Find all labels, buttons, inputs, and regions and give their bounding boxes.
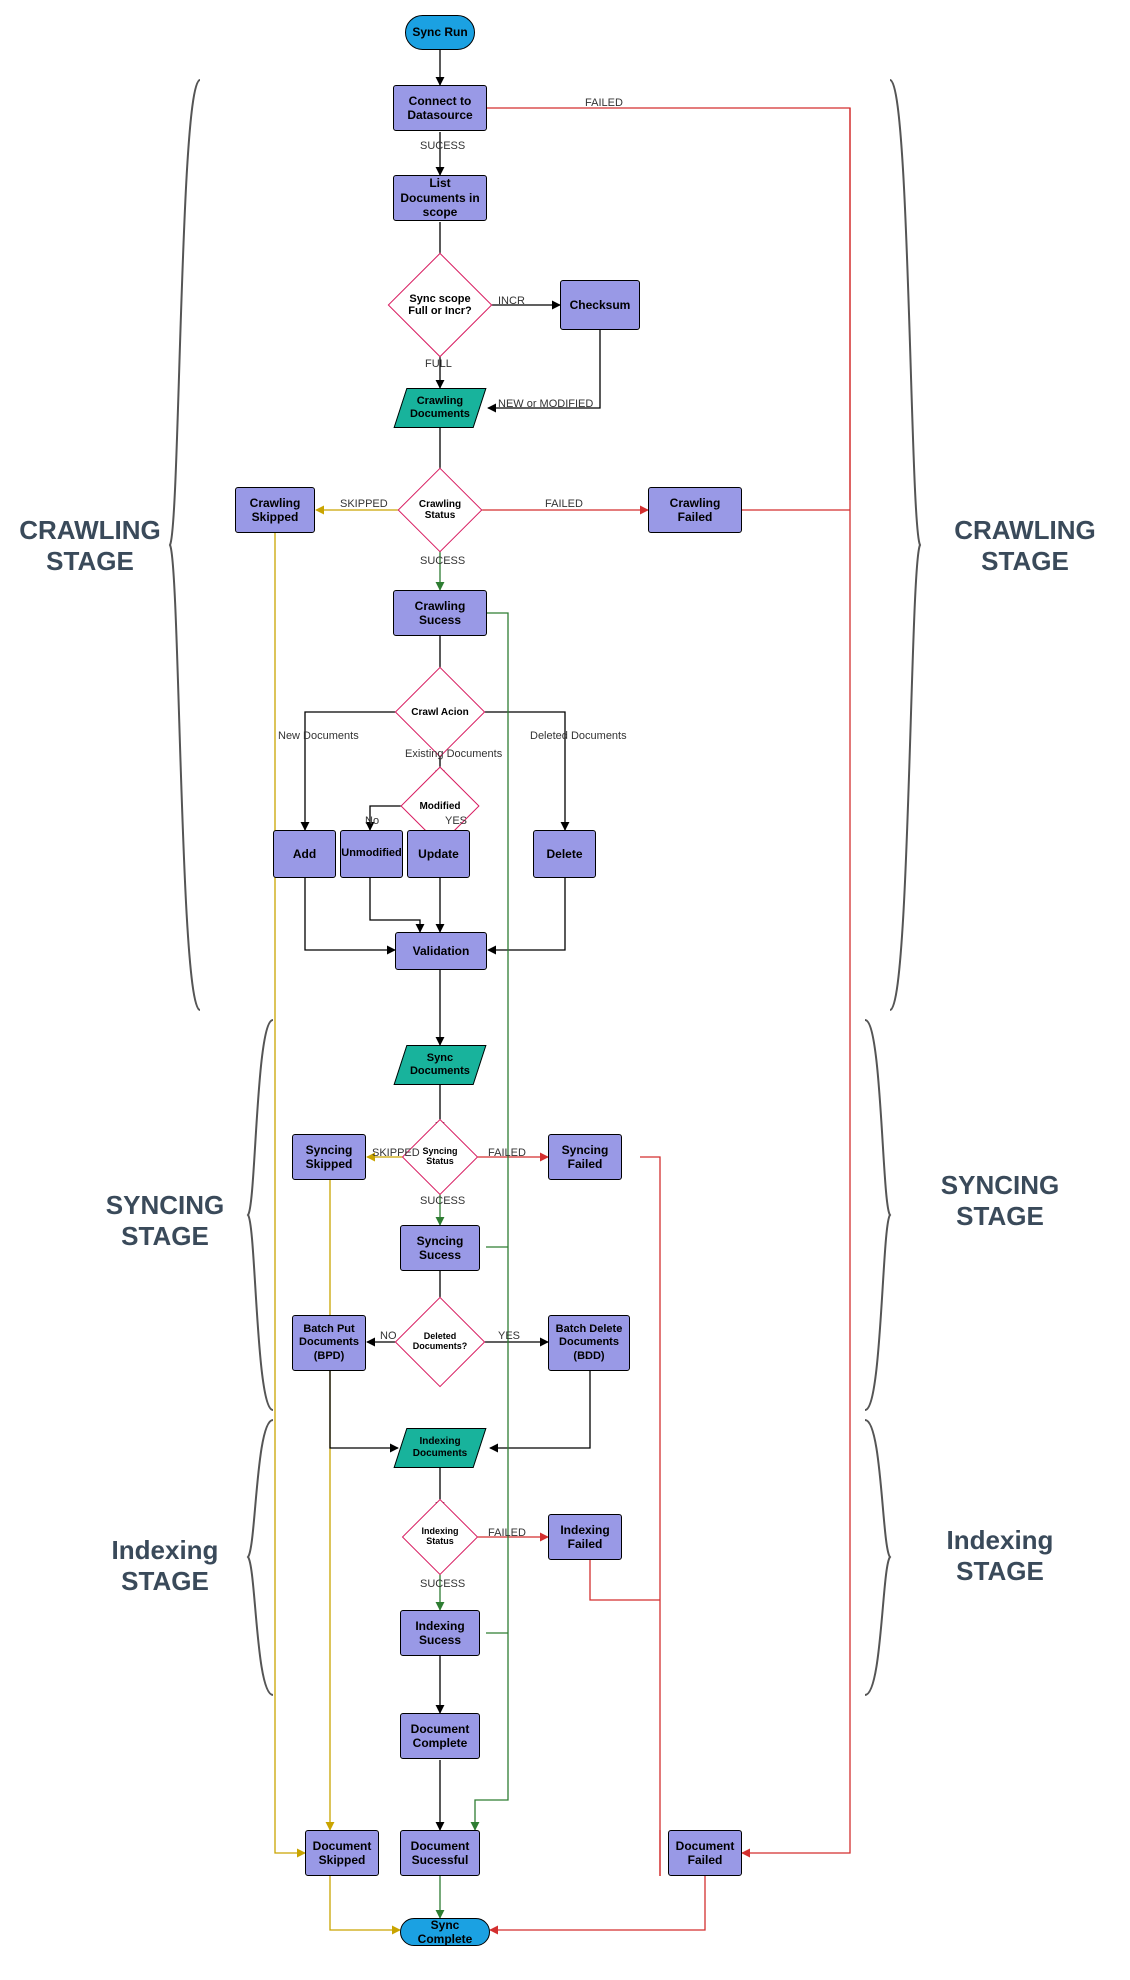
node-sync-scope: Sync scope Full or Incr? [403,268,477,342]
edge-label-failed: FAILED [585,97,623,109]
edge-label-success: SUCESS [420,140,465,152]
edge-label-existing-docs: Existing Documents [405,748,485,760]
node-crawling-documents: Crawling Documents [394,388,487,428]
node-indexing-documents: Indexing Documents [394,1428,487,1468]
node-document-complete: Document Complete [400,1713,480,1759]
brace-crawling-left [170,80,210,1010]
edge-label-no-upper: NO [380,1330,397,1342]
edge-label-skipped-2: SKIPPED [372,1147,420,1159]
edge-label-success-2: SUCESS [420,555,465,567]
node-crawling-skipped: Crawling Skipped [235,487,315,533]
edge-label-success-3: SUCESS [420,1195,465,1207]
node-checksum: Checksum [560,280,640,330]
node-sync-run: Sync Run [405,15,475,50]
flowchart-canvas: CRAWLING STAGE CRAWLING STAGE SYNCING ST… [0,0,1130,1980]
brace-syncing-right [860,1020,890,1410]
node-syncing-success: Syncing Sucess [400,1225,480,1271]
node-unmodified: Unmodified [340,830,403,878]
node-crawling-status: Crawling Status [410,480,470,540]
node-indexing-status: Indexing Status [413,1510,467,1564]
node-indexing-success: Indexing Sucess [400,1610,480,1656]
edge-label-deleted-docs: Deleted Documents [530,730,610,742]
edge-label-skipped-1: SKIPPED [340,498,388,510]
stage-label-indexing-left: Indexing STAGE [85,1535,245,1597]
node-delete: Delete [533,830,596,878]
brace-indexing-right [860,1420,890,1695]
node-validation: Validation [395,932,487,970]
brace-syncing-left [248,1020,278,1410]
edge-label-failed-4: FAILED [488,1527,526,1539]
edge-label-failed-2: FAILED [545,498,583,510]
edge-label-full: FULL [425,358,452,370]
node-crawl-action: Crawl Acion [408,680,472,744]
node-syncing-skipped: Syncing Skipped [292,1134,366,1180]
edge-label-yes: YES [445,815,467,827]
edge-label-new-modified: NEW or MODIFIED [498,398,593,410]
edge-label-success-4: SUCESS [420,1578,465,1590]
stage-label-syncing-left: SYNCING STAGE [85,1190,245,1252]
node-crawling-failed: Crawling Failed [648,487,742,533]
node-list-documents: List Documents in scope [393,175,487,221]
node-syncing-failed: Syncing Failed [548,1134,622,1180]
node-bpd: Batch Put Documents (BPD) [292,1315,366,1371]
edge-label-failed-3: FAILED [488,1147,526,1159]
edge-label-incr: INCR [498,295,525,307]
stage-label-crawling-right: CRAWLING STAGE [925,515,1125,577]
node-update: Update [407,830,470,878]
node-add: Add [273,830,336,878]
brace-indexing-left [248,1420,278,1695]
edge-label-new-docs: New Documents [278,730,358,742]
node-sync-documents: Sync Documents [394,1045,487,1085]
node-document-skipped: Document Skipped [305,1830,379,1876]
node-document-failed: Document Failed [668,1830,742,1876]
stage-label-syncing-right: SYNCING STAGE [900,1170,1100,1232]
brace-crawling-right [880,80,920,1010]
node-bdd: Batch Delete Documents (BDD) [548,1315,630,1371]
node-indexing-failed: Indexing Failed [548,1514,622,1560]
stage-label-crawling-left: CRAWLING STAGE [10,515,170,577]
node-crawling-success: Crawling Sucess [393,590,487,636]
edge-label-no: No [365,815,379,827]
edge-label-yes-upper: YES [498,1330,520,1342]
node-connect-datasource: Connect to Datasource [393,85,487,131]
node-deleted-documents: Deleted Documents? [408,1310,472,1374]
node-document-successful: Document Sucessful [400,1830,480,1876]
node-sync-complete: Sync Complete [400,1918,490,1946]
stage-label-indexing-right: Indexing STAGE [900,1525,1100,1587]
node-syncing-status: Syncing Status [413,1130,467,1184]
